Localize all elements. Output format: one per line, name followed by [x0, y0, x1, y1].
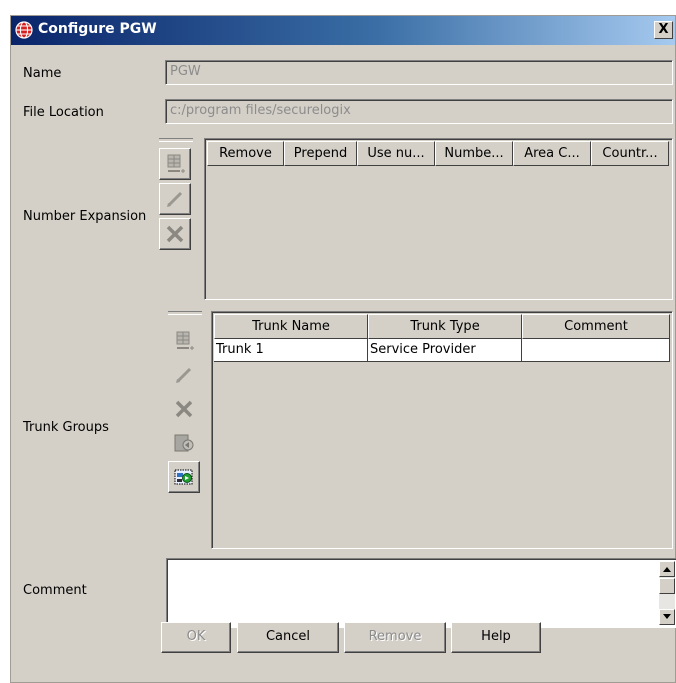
trunk-groups-header: Trunk Name Trunk Type Comment [214, 314, 670, 339]
add-row-icon [167, 154, 185, 173]
edit-row-button[interactable] [159, 183, 191, 215]
trunk-groups-table[interactable]: Trunk Name Trunk Type Comment Trunk 1 Se… [211, 311, 673, 549]
add-row-button[interactable] [159, 148, 191, 180]
column-header[interactable]: Remove [207, 141, 284, 166]
name-label: Name [23, 66, 62, 81]
column-header-trunk-name[interactable]: Trunk Name [214, 314, 368, 339]
comment-label: Comment [23, 583, 87, 598]
pencil-icon [167, 191, 183, 207]
number-expansion-label: Number Expansion [23, 209, 147, 224]
delete-row-button[interactable] [159, 218, 191, 250]
help-button[interactable]: Help [451, 622, 541, 653]
number-expansion-header: Remove Prepend Use nu... Numbe... Area C… [207, 141, 669, 166]
column-header-comment[interactable]: Comment [522, 314, 670, 339]
window-title: Configure PGW [38, 21, 157, 37]
name-field[interactable]: PGW [165, 60, 673, 85]
close-button[interactable]: X [654, 21, 673, 39]
file-location-label: File Location [23, 105, 104, 120]
globe-icon [15, 21, 33, 39]
import-trunk-button[interactable] [168, 427, 200, 459]
table-row[interactable]: Trunk 1 Service Provider [214, 339, 670, 362]
table-cell[interactable] [522, 339, 670, 362]
scroll-down-arrow[interactable] [659, 609, 675, 625]
cancel-button[interactable]: Cancel [237, 622, 339, 653]
delete-x-icon [166, 225, 184, 243]
column-header[interactable]: Numbe... [435, 141, 513, 166]
column-header[interactable]: Prepend [284, 141, 357, 166]
toolbar-grip[interactable] [168, 311, 202, 315]
table-cell[interactable]: Service Provider [368, 339, 522, 362]
add-trunk-button[interactable] [168, 325, 200, 357]
ok-button[interactable]: OK [161, 622, 231, 653]
title-bar[interactable]: Configure PGW X [11, 16, 675, 45]
trunk-groups-toolbar [166, 311, 204, 516]
configure-pgw-dialog: Configure PGW X Name PGW File Location c… [10, 15, 676, 683]
column-header[interactable]: Use nu... [357, 141, 435, 166]
number-expansion-table[interactable]: Remove Prepend Use nu... Numbe... Area C… [204, 138, 673, 300]
add-row-icon [176, 331, 194, 350]
toolbar-grip[interactable] [159, 138, 193, 142]
column-header[interactable]: Area C... [513, 141, 591, 166]
file-location-field[interactable]: c:/program files/securelogix [165, 99, 673, 124]
edit-trunk-button[interactable] [168, 359, 200, 391]
export-trunk-button[interactable] [168, 461, 200, 493]
table-cell[interactable]: Trunk 1 [214, 339, 368, 362]
comment-scrollbar[interactable] [659, 561, 675, 625]
export-icon [174, 469, 193, 485]
trunk-groups-label: Trunk Groups [23, 420, 109, 435]
delete-trunk-button[interactable] [168, 393, 200, 425]
remove-button[interactable]: Remove [344, 622, 446, 653]
pencil-icon [176, 367, 192, 383]
number-expansion-toolbar [157, 138, 195, 268]
comment-textarea[interactable] [166, 558, 676, 628]
column-header-trunk-type[interactable]: Trunk Type [368, 314, 522, 339]
delete-x-icon [175, 400, 193, 418]
scroll-up-arrow[interactable] [659, 561, 675, 577]
column-header[interactable]: Countr... [591, 141, 669, 166]
triangle-down-icon [663, 614, 671, 619]
scroll-thumb[interactable] [659, 578, 675, 594]
triangle-up-icon [663, 567, 671, 572]
import-icon [174, 434, 194, 452]
